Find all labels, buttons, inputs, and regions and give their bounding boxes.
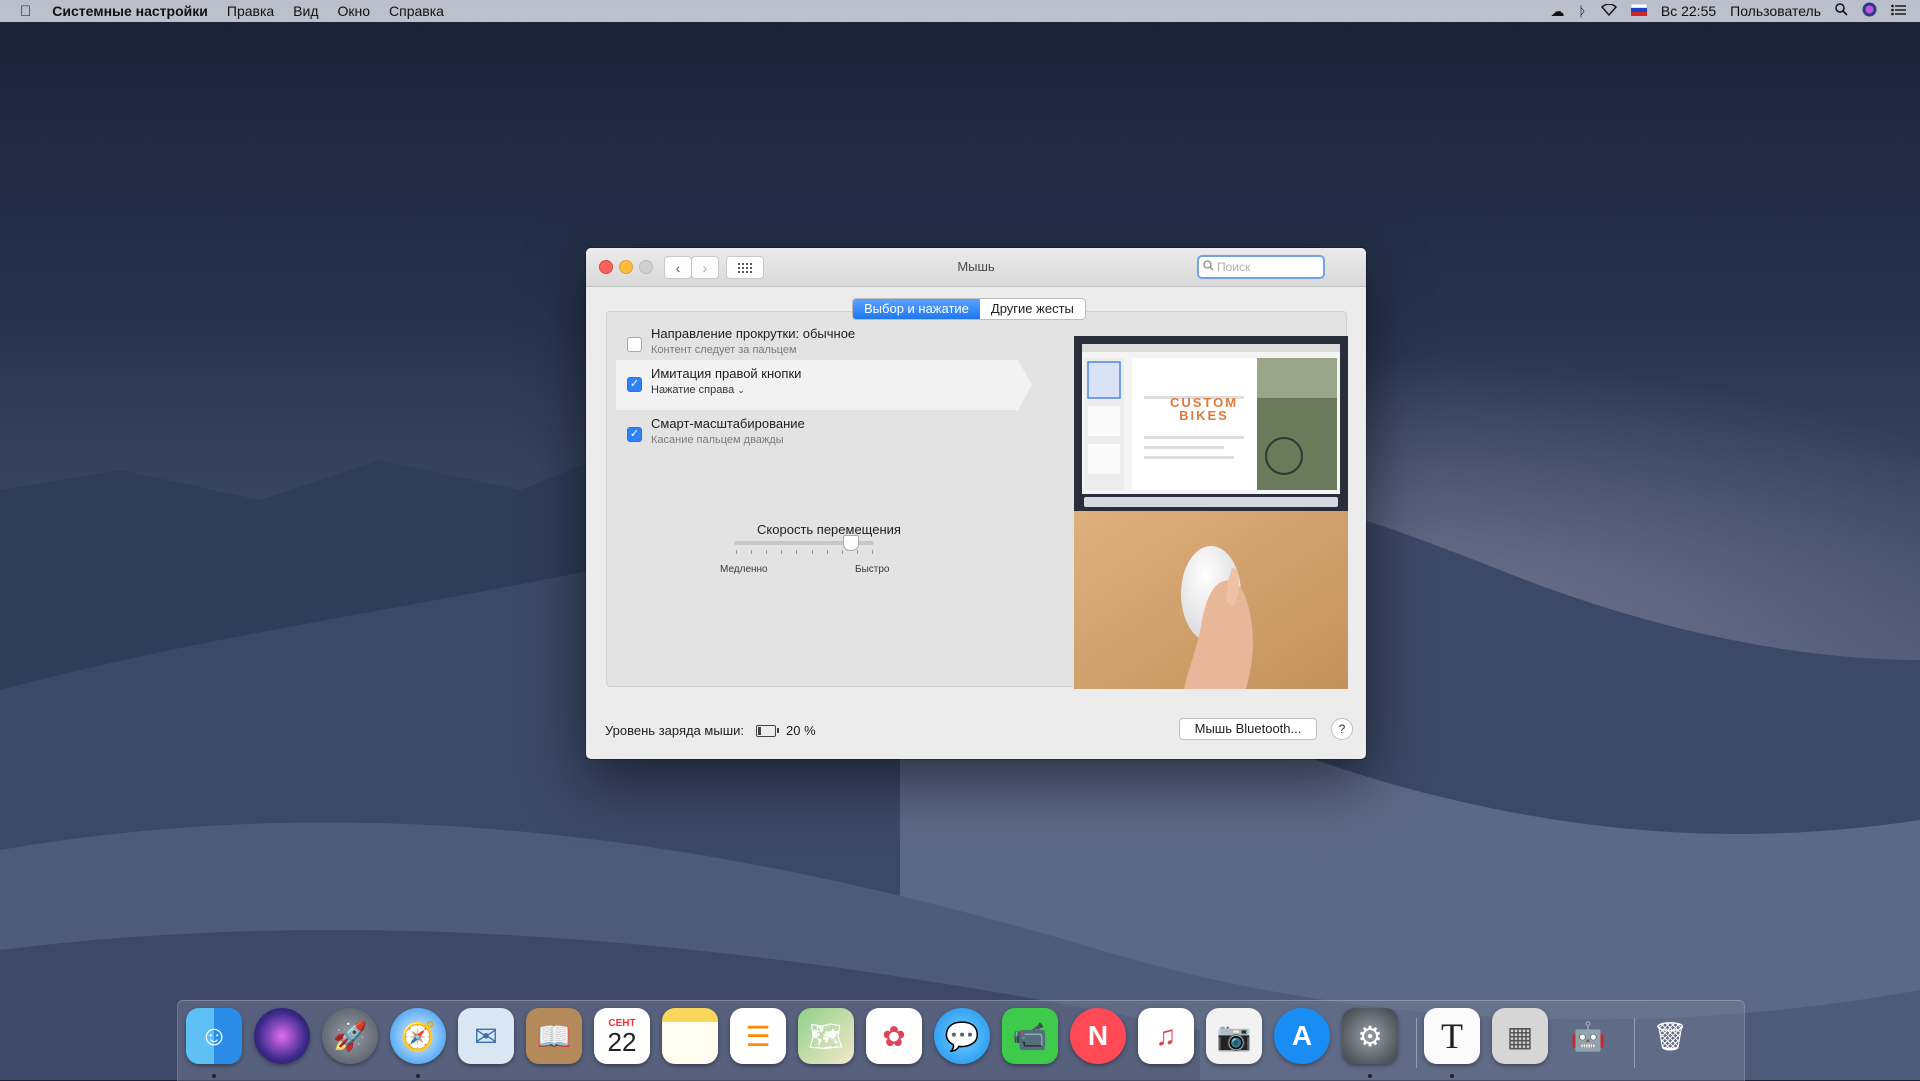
screenshot-icon[interactable]: 📷 [1206,1008,1262,1064]
maps-icon[interactable]: 🗺 [798,1008,854,1064]
facetime-icon[interactable]: 📹 [1002,1008,1058,1064]
chevron-down-icon: ⌄ [737,385,745,395]
tab-more-gestures[interactable]: Другие жесты [980,299,1085,319]
spotlight-icon[interactable] [1835,3,1848,19]
secondary-click-title: Имитация правой кнопки [651,366,802,381]
apple-menu-icon[interactable]:  [20,3,31,20]
search-placeholder: Поиск [1217,260,1251,274]
title-bar: ‹ › Мышь Поиск [586,248,1366,287]
user-menu[interactable]: Пользователь [1730,3,1821,19]
contacts-icon[interactable]: 📖 [526,1008,582,1064]
running-indicator [1368,1074,1372,1078]
news-icon[interactable]: N [1070,1008,1126,1064]
slider-tick [766,550,768,554]
slider-tick [856,550,858,554]
messages-icon[interactable]: 💬 [934,1008,990,1064]
wifi-icon[interactable] [1600,3,1617,19]
textedit-icon[interactable]: T [1424,1008,1480,1064]
running-indicator [1450,1074,1454,1078]
finder-icon[interactable]: ☺ [186,1008,242,1064]
menu-view[interactable]: Вид [293,3,318,19]
mouse-preferences-window: ‹ › Мышь Поиск Направление прокрутки: об… [586,248,1366,759]
notification-center-icon[interactable] [1891,3,1906,19]
menu-bar:  Системные настройки Правка Вид Окно Сп… [0,0,1920,22]
icloud-icon[interactable]: ☁ [1550,3,1564,20]
running-indicator [416,1074,420,1078]
calendar-day: 22 [607,1026,637,1057]
secondary-click-checkbox[interactable]: ✓ [627,377,642,392]
dock-separator [1634,1018,1635,1068]
launchpad-icon[interactable]: 🚀 [322,1008,378,1064]
archive-utility-icon[interactable]: ▦ [1492,1008,1548,1064]
smart-zoom-title: Смарт-масштабирование [651,416,805,431]
photos-icon[interactable]: ✿ [866,1008,922,1064]
running-indicator [212,1074,216,1078]
music-icon[interactable]: ♫ [1138,1008,1194,1064]
input-source-flag-icon[interactable] [1630,3,1648,19]
help-button[interactable]: ? [1331,718,1353,740]
bluetooth-icon[interactable]: ᚦ [1578,3,1586,19]
slider-tick [736,550,737,554]
content-panel: Направление прокрутки: обычное Контент с… [606,311,1348,689]
battery-label: Уровень заряда мыши: [605,723,745,738]
fast-label: Быстро [855,564,890,575]
scroll-direction-checkbox[interactable] [627,337,642,352]
reminders-icon[interactable]: ☰ [730,1008,786,1064]
selected-option-arrow [1018,360,1032,410]
notes-icon[interactable] [662,1008,718,1064]
slow-label: Медленно [720,564,768,575]
app-menu[interactable]: Системные настройки [52,3,208,19]
scroll-direction-title: Направление прокрутки: обычное [651,326,856,341]
trash-icon[interactable]: 🗑 [1642,1008,1698,1064]
battery-icon [756,725,779,737]
slider-tick [872,550,873,554]
search-field[interactable]: Поиск [1197,255,1325,279]
smart-zoom-checkbox[interactable]: ✓ [627,427,642,442]
slider-tick [811,550,813,554]
siri-icon[interactable] [1862,2,1877,20]
tab-point-and-click[interactable]: Выбор и нажатие [853,299,980,319]
slider-tick [796,550,798,554]
siri-icon[interactable] [254,1008,310,1064]
scroll-direction-subtitle: Контент следует за пальцем [651,344,797,356]
smart-zoom-subtitle: Касание пальцем дважды [651,434,784,446]
dock-separator [1416,1018,1417,1068]
battery-level-fill [758,727,761,735]
menu-help[interactable]: Справка [389,3,444,19]
tab-control: Выбор и нажатие Другие жесты [852,298,1086,320]
search-icon [1203,260,1214,274]
set-up-bluetooth-mouse-button[interactable]: Мышь Bluetooth... [1179,718,1317,740]
preview-headline: CUSTOM BIKES [1169,395,1239,423]
clock[interactable]: Вс 22:55 [1661,3,1716,19]
menu-window[interactable]: Окно [338,3,371,19]
calendar-icon[interactable]: СЕНТ 22 [594,1008,650,1064]
slider-tick [751,550,753,554]
app-store-icon[interactable]: A [1274,1008,1330,1064]
secondary-click-popup-value: Нажатие справа [651,384,735,396]
mail-icon[interactable]: ✉ [458,1008,514,1064]
menu-edit[interactable]: Правка [227,3,274,19]
safari-icon[interactable]: 🧭 [390,1008,446,1064]
gesture-preview-video: CUSTOM BIKES [1074,336,1348,689]
slider-tick [826,550,828,554]
tracking-speed-label: Скорость перемещения [757,522,901,537]
system-preferences-icon[interactable]: ⚙ [1342,1008,1398,1064]
tracking-speed-thumb[interactable] [843,535,860,551]
automator-icon[interactable]: 🤖 [1560,1008,1616,1064]
slider-tick [841,550,843,554]
secondary-click-popup[interactable]: Нажатие справа ⌄ [651,384,745,396]
slider-tick [781,550,783,554]
battery-percent: 20 % [786,723,816,738]
